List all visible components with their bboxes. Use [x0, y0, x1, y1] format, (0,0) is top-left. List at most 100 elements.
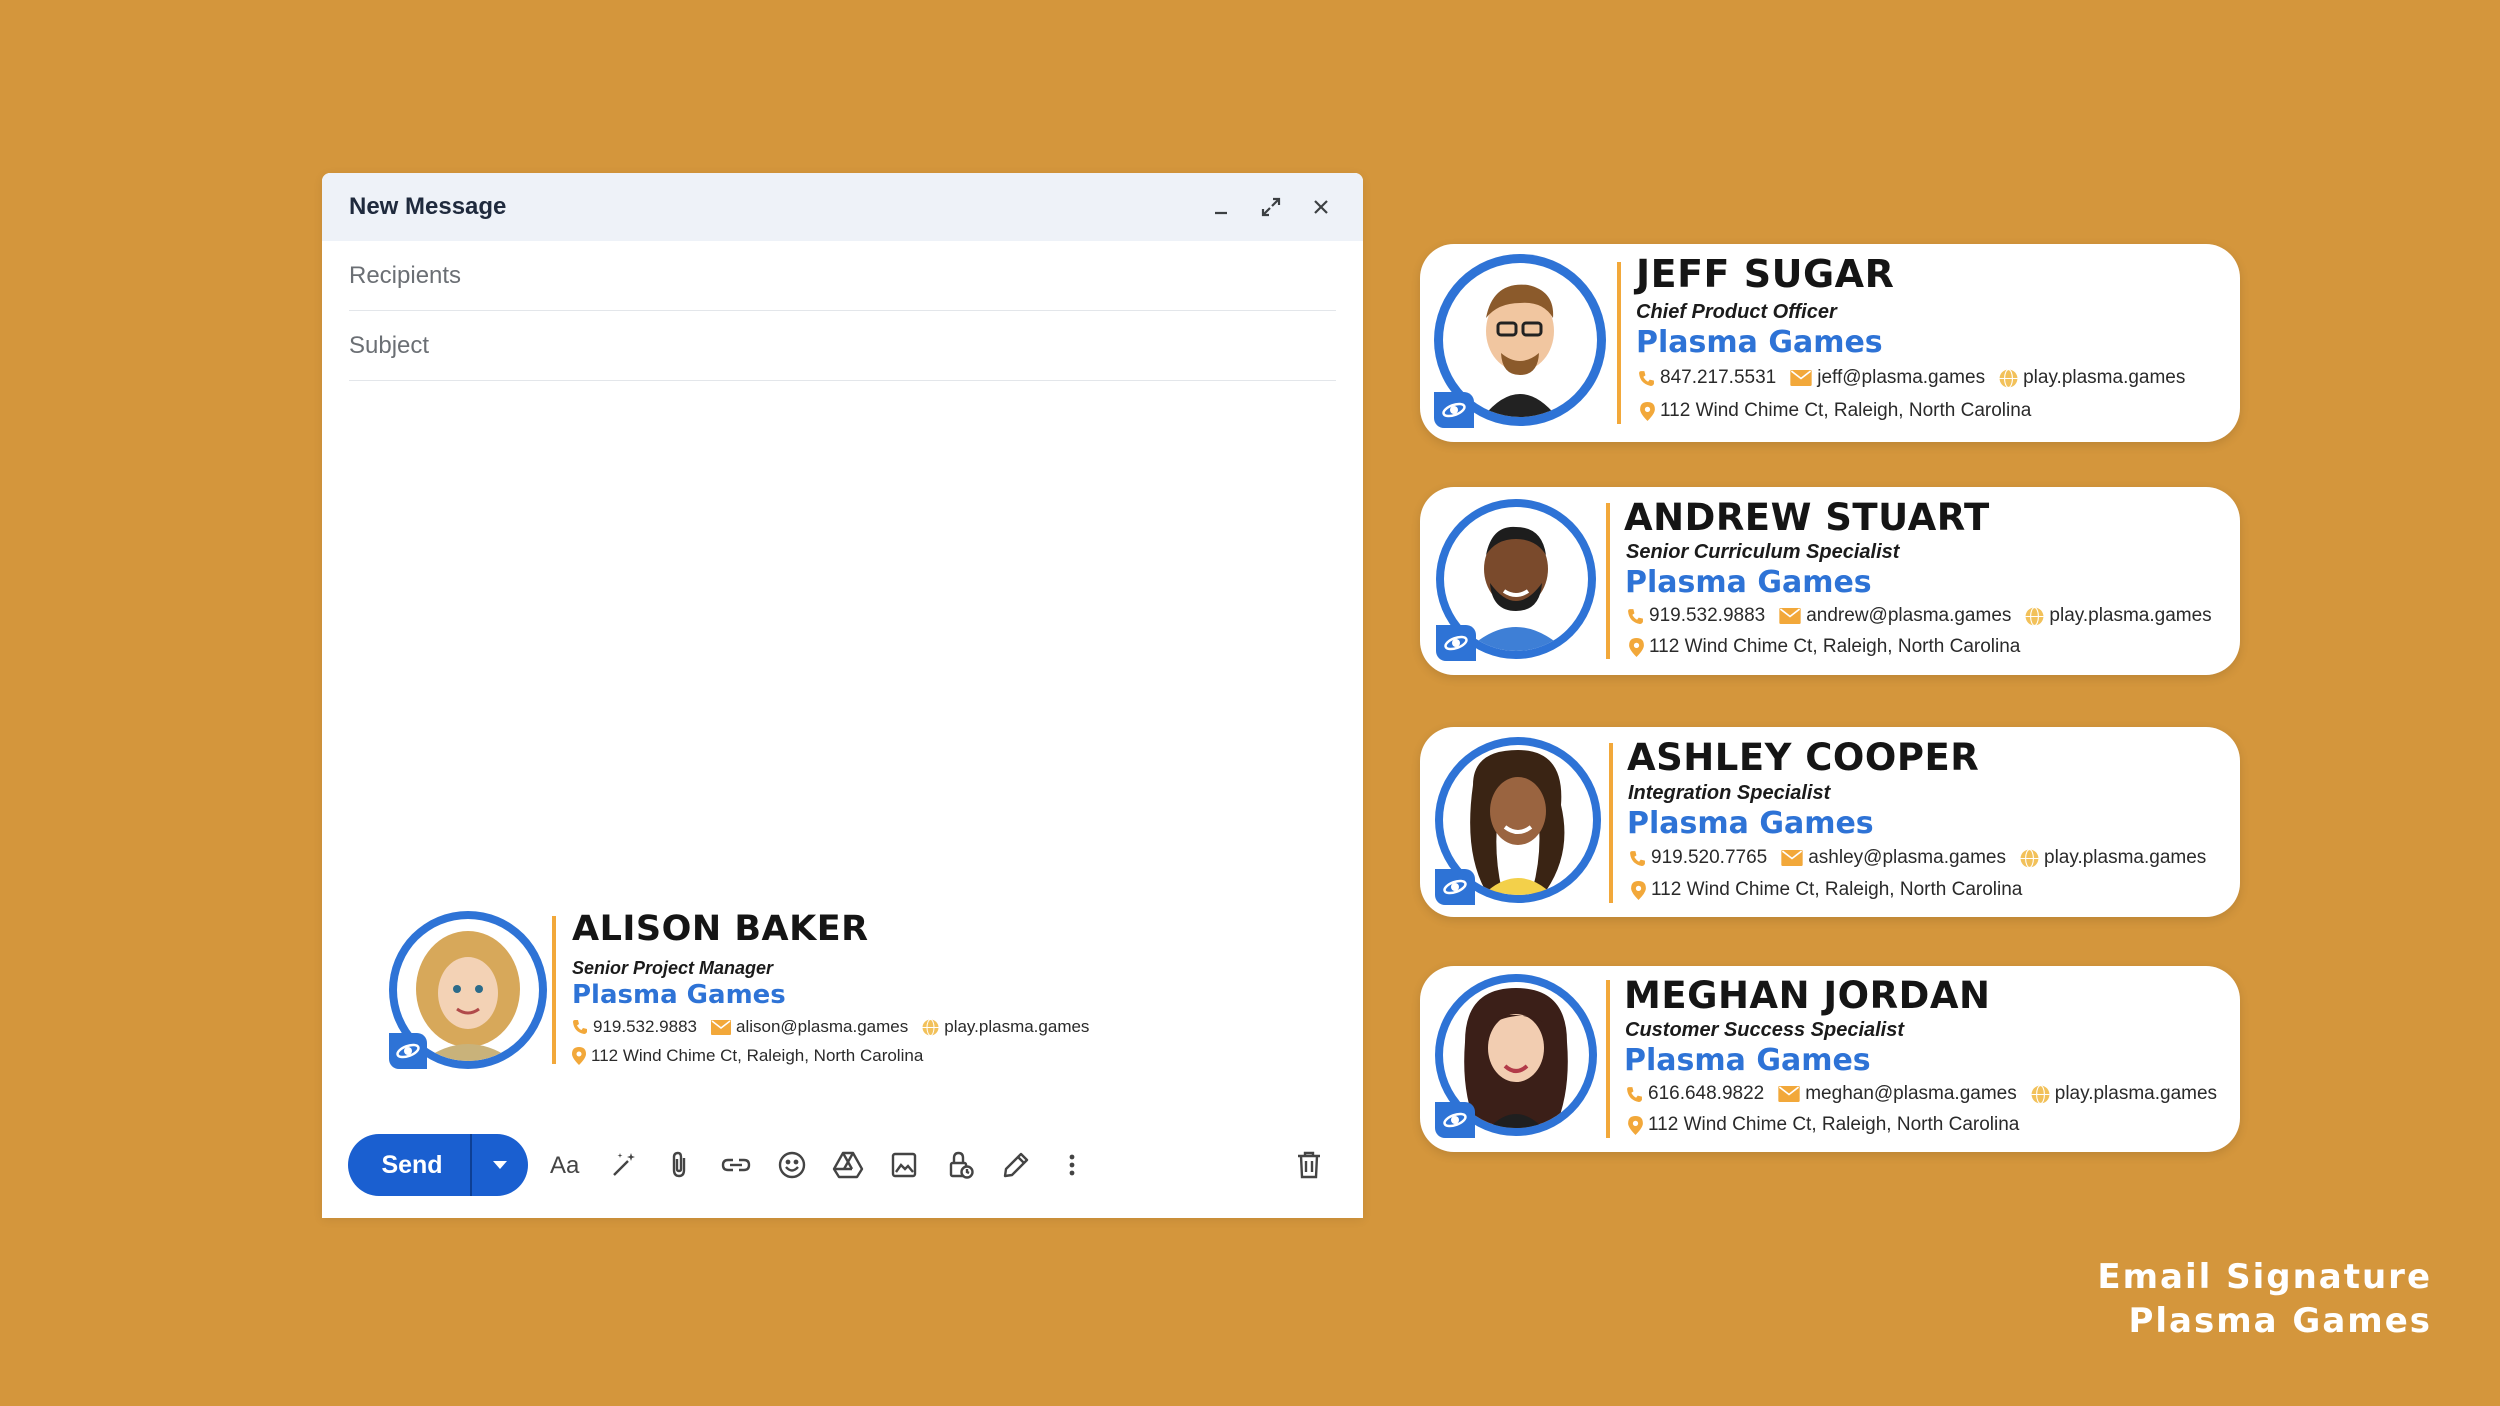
- globe-icon: [1999, 368, 2018, 388]
- caption-line-1: Email Signature: [2097, 1257, 2432, 1297]
- signature-avatar: [1434, 254, 1612, 432]
- attach-file-icon[interactable]: [652, 1137, 708, 1193]
- plasma-logo-icon: [1434, 392, 1474, 428]
- globe-icon: [2020, 848, 2039, 868]
- recipients-field[interactable]: [349, 241, 1336, 311]
- signature-email[interactable]: meghan@plasma.games: [1805, 1083, 2017, 1105]
- signature-address-row: 112 Wind Chime Ct, Raleigh, North Caroli…: [572, 1046, 923, 1066]
- google-drive-icon[interactable]: [820, 1137, 876, 1193]
- signature-company: Plasma Games: [572, 980, 786, 1010]
- signature-avatar: [1435, 737, 1605, 907]
- phone-icon: [1639, 370, 1654, 386]
- send-options-button[interactable]: [472, 1134, 528, 1196]
- email-icon: [711, 1019, 731, 1035]
- confidential-mode-icon[interactable]: [932, 1137, 988, 1193]
- globe-icon: [2025, 606, 2044, 626]
- globe-icon: [2031, 1084, 2050, 1104]
- signature-title: Senior Curriculum Specialist: [1626, 541, 1900, 563]
- signature-website[interactable]: play.plasma.games: [2055, 1083, 2217, 1105]
- signature-phone[interactable]: 919.520.7765: [1651, 847, 1767, 869]
- signature-address: 112 Wind Chime Ct, Raleigh, North Caroli…: [1649, 636, 2021, 657]
- signature-address-row: 112 Wind Chime Ct, Raleigh, North Caroli…: [1640, 400, 2031, 422]
- signature-card: ASHLEY COOPER Integration Specialist Pla…: [1420, 727, 2240, 917]
- signature-website[interactable]: play.plasma.games: [2049, 605, 2211, 627]
- compose-window: New Message Recipients Subject ALISON BA…: [322, 173, 1363, 1218]
- discard-draft-icon[interactable]: [1281, 1137, 1337, 1193]
- email-icon: [1778, 1086, 1800, 1102]
- send-button-group: Send: [348, 1134, 528, 1196]
- signature-phone[interactable]: 919.532.9883: [593, 1017, 697, 1037]
- phone-icon: [573, 1020, 587, 1034]
- signature-contact-row: 919.520.7765 ashley@plasma.games play.pl…: [1629, 847, 2206, 869]
- signature-title: Chief Product Officer: [1636, 301, 1837, 323]
- signature-company: Plasma Games: [1627, 806, 1874, 841]
- expand-icon[interactable]: [1257, 193, 1285, 221]
- signature-address: 112 Wind Chime Ct, Raleigh, North Caroli…: [1660, 400, 2032, 421]
- subject-input[interactable]: [349, 331, 1336, 360]
- signature-company: Plasma Games: [1624, 1043, 1871, 1078]
- window-controls: [1207, 193, 1335, 221]
- signature-phone[interactable]: 616.648.9822: [1648, 1083, 1764, 1105]
- compose-toolbar: Send Aa: [348, 1134, 1337, 1196]
- signature-title: Customer Success Specialist: [1625, 1019, 1905, 1041]
- insert-link-icon[interactable]: [708, 1137, 764, 1193]
- signature-email[interactable]: andrew@plasma.games: [1806, 605, 2011, 627]
- minimize-icon[interactable]: [1207, 193, 1235, 221]
- formatting-options-icon[interactable]: Aa: [540, 1137, 596, 1193]
- email-icon: [1779, 608, 1801, 624]
- signature-divider: [1609, 743, 1613, 903]
- location-pin-icon: [1628, 1115, 1643, 1135]
- location-pin-icon: [572, 1047, 586, 1065]
- signature-phone[interactable]: 847.217.5531: [1660, 367, 1776, 389]
- signature-name: ALISON BAKER: [572, 909, 869, 949]
- signature-company: Plasma Games: [1636, 325, 1883, 360]
- signature-phone[interactable]: 919.532.9883: [1649, 605, 1765, 627]
- plasma-logo-icon: [1435, 869, 1475, 905]
- phone-icon: [1630, 850, 1645, 866]
- signature-address-row: 112 Wind Chime Ct, Raleigh, North Caroli…: [1628, 1114, 2019, 1136]
- phone-icon: [1628, 608, 1643, 624]
- signature-card: ANDREW STUART Senior Curriculum Speciali…: [1420, 487, 2240, 675]
- signature-email[interactable]: ashley@plasma.games: [1808, 847, 2006, 869]
- signature-divider: [1606, 503, 1610, 659]
- phone-icon: [1627, 1086, 1642, 1102]
- compose-title: New Message: [349, 193, 507, 220]
- chevron-down-icon: [493, 1161, 507, 1169]
- plasma-logo-icon: [1436, 625, 1476, 661]
- message-body[interactable]: ALISON BAKER Senior Project Manager Plas…: [322, 381, 1363, 1101]
- globe-icon: [922, 1018, 939, 1036]
- signature-avatar: [1435, 974, 1601, 1140]
- signature-address-row: 112 Wind Chime Ct, Raleigh, North Caroli…: [1629, 636, 2020, 658]
- close-icon[interactable]: [1307, 193, 1335, 221]
- signature-name: JEFF SUGAR: [1636, 252, 1895, 296]
- signature-divider: [1617, 262, 1621, 424]
- location-pin-icon: [1631, 880, 1646, 900]
- emoji-icon[interactable]: [764, 1137, 820, 1193]
- svg-text:Aa: Aa: [550, 1152, 580, 1178]
- signature-contact-row: 847.217.5531 jeff@plasma.games play.plas…: [1638, 367, 2185, 389]
- more-options-icon[interactable]: [1044, 1137, 1100, 1193]
- formatting-tools: Aa: [540, 1137, 1100, 1193]
- signature-address-row: 112 Wind Chime Ct, Raleigh, North Caroli…: [1631, 879, 2022, 901]
- signature-website[interactable]: play.plasma.games: [2023, 367, 2185, 389]
- signature-divider: [1606, 980, 1610, 1138]
- signature-pen-icon[interactable]: [988, 1137, 1044, 1193]
- signature-contact-row: 919.532.9883 alison@plasma.games play.pl…: [572, 1017, 1089, 1037]
- insert-photo-icon[interactable]: [876, 1137, 932, 1193]
- signature-card: JEFF SUGAR Chief Product Officer Plasma …: [1420, 244, 2240, 442]
- signature-avatar: [389, 911, 549, 1071]
- caption: Email Signature Plasma Games: [2097, 1255, 2432, 1343]
- recipients-input[interactable]: [349, 261, 1336, 290]
- signature-title: Integration Specialist: [1628, 782, 1831, 804]
- location-pin-icon: [1640, 401, 1655, 421]
- signature-title: Senior Project Manager: [572, 958, 774, 978]
- send-button[interactable]: Send: [348, 1134, 472, 1196]
- signature-website[interactable]: play.plasma.games: [944, 1017, 1089, 1037]
- magic-pen-icon[interactable]: [596, 1137, 652, 1193]
- signature-divider: [552, 916, 556, 1064]
- signature-card: MEGHAN JORDAN Customer Success Specialis…: [1420, 966, 2240, 1152]
- signature-website[interactable]: play.plasma.games: [2044, 847, 2206, 869]
- signature-email[interactable]: jeff@plasma.games: [1817, 367, 1985, 389]
- signature-email[interactable]: alison@plasma.games: [736, 1017, 908, 1037]
- subject-field[interactable]: [349, 311, 1336, 381]
